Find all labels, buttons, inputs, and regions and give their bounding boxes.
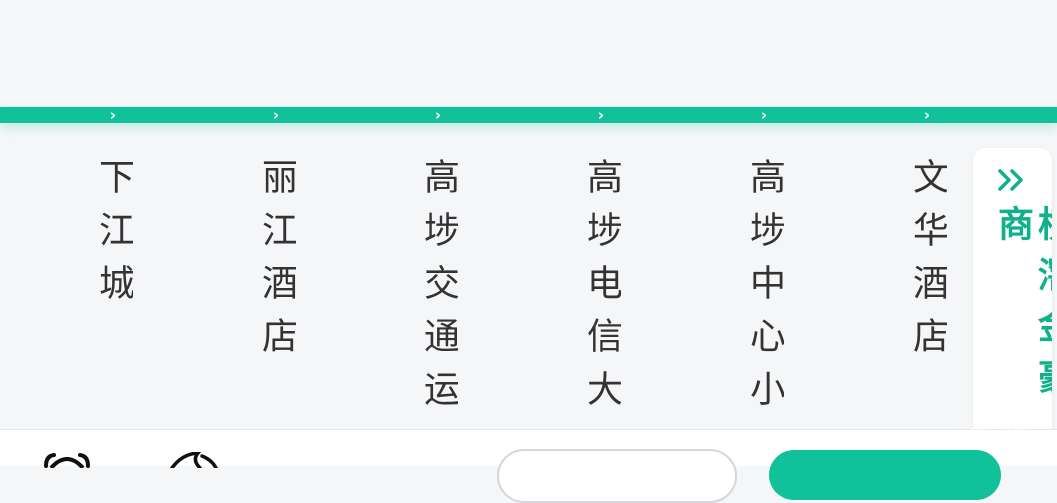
stop-name[interactable]: 下江城 — [93, 158, 133, 433]
direction-arrow: › — [923, 106, 931, 124]
stop-name[interactable]: 高埗中心小 — [744, 158, 784, 433]
stop-name[interactable]: 丽江酒店 — [256, 158, 296, 433]
stop-name[interactable]: 高埗电信大 — [581, 158, 621, 433]
primary-button[interactable] — [769, 450, 1001, 500]
direction-arrow: › — [272, 106, 280, 124]
secondary-button[interactable] — [497, 449, 737, 503]
destination-card[interactable]: 横滘金豪商 — [973, 148, 1052, 438]
moon-icon[interactable] — [168, 452, 218, 468]
direction-arrow: › — [434, 106, 442, 124]
destination-name: 横滘金豪 — [1032, 205, 1052, 409]
route-line: › › › › › › — [0, 107, 1057, 123]
direction-arrow: › — [109, 106, 117, 124]
direction-arrow: › — [760, 106, 768, 124]
direction-arrow: › — [597, 106, 605, 124]
watermark: 华夏社区 — [968, 426, 1029, 444]
double-chevron-right-icon — [998, 169, 1023, 191]
stop-name[interactable]: 高埗交通运 — [418, 158, 458, 433]
alarm-clock-icon[interactable] — [40, 452, 94, 468]
stop-name[interactable]: 文华酒店 — [907, 158, 947, 433]
destination-name-partial: 商 — [992, 205, 1033, 256]
